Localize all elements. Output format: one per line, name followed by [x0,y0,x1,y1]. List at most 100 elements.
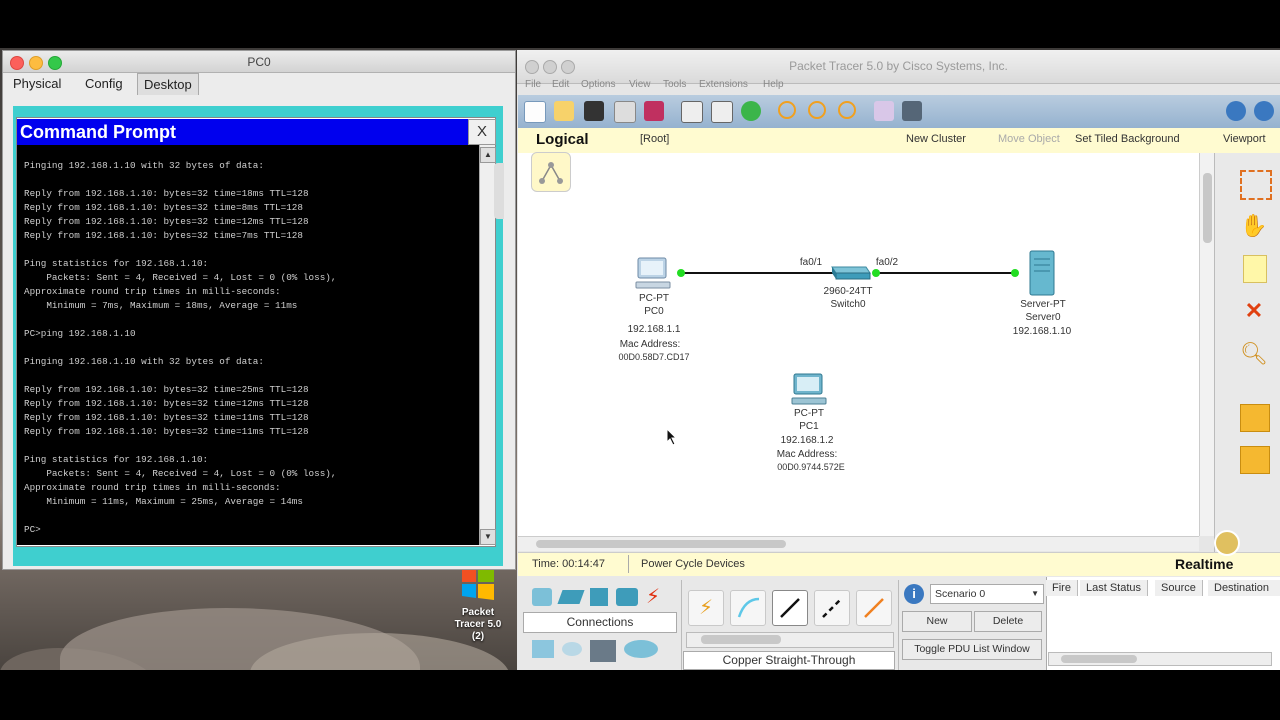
console-line: Reply from 192.168.1.10: bytes=32 time=7… [24,230,303,241]
console-line: PC> [24,524,41,535]
menu-view[interactable]: View [629,79,651,90]
canvas-vertical-scrollbar[interactable] [1199,153,1215,536]
menu-file[interactable]: File [525,79,541,90]
routers-category-icon[interactable] [532,588,552,606]
realtime-mode-tab[interactable]: Realtime [1175,556,1233,572]
menu-options[interactable]: Options [581,79,615,90]
new-file-icon[interactable] [524,101,546,123]
console-cable-svg-icon [737,597,760,618]
command-prompt-close-button[interactable]: X [468,119,496,145]
zoom-in-icon[interactable] [778,101,796,119]
save-icon[interactable] [584,101,604,121]
console-output[interactable]: Pinging 192.168.1.10 with 32 bytes of da… [17,145,479,545]
undo-icon[interactable] [741,101,761,121]
pc1-device-icon[interactable] [790,372,828,406]
tab-physical[interactable]: Physical [7,73,67,94]
add-simple-pdu-icon[interactable] [1240,404,1270,432]
port-label-fa0-1: fa0/1 [799,257,823,268]
desktop-icon-packet-tracer[interactable]: Packet Tracer 5.0 (2) [452,566,504,643]
print-icon[interactable] [614,101,636,123]
move-layout-hand-icon[interactable]: ✋ [1240,213,1268,239]
power-cycle-devices-button[interactable]: Power Cycle Devices [641,558,745,570]
move-object-button[interactable]: Move Object [998,133,1060,145]
auto-connection-icon[interactable]: ⚡︎ [688,590,724,626]
connections-category-icon[interactable]: ⚡︎ [646,586,668,608]
pdu-column-last-status[interactable]: Last Status [1080,580,1149,596]
pdu-column-source[interactable]: Source [1155,580,1203,596]
set-tiled-background-button[interactable]: Set Tiled Background [1075,133,1180,145]
realtime-clock-icon[interactable] [1214,530,1240,556]
toggle-pdu-list-button[interactable]: Toggle PDU List Window [902,639,1042,660]
desktop-app-icon-partial[interactable] [494,163,504,219]
pdu-horizontal-scrollbar[interactable] [1048,652,1272,666]
open-folder-icon[interactable] [554,101,574,121]
scenario-info-icon[interactable]: i [904,584,924,604]
switch0-device-icon[interactable] [826,261,872,283]
place-note-icon[interactable] [1243,255,1267,283]
scroll-thumb[interactable] [701,635,781,644]
console-line: Reply from 192.168.1.10: bytes=32 time=1… [24,188,309,199]
new-cluster-button[interactable]: New Cluster [906,133,966,145]
pc0-type-label: PC-PT [639,293,669,304]
console-cable-icon[interactable] [730,590,766,626]
wan-emulation-category-icon[interactable] [562,642,582,656]
server0-name-label: Server0 [1025,312,1061,323]
scroll-thumb[interactable] [1203,173,1212,243]
new-scenario-button[interactable]: New [902,611,972,632]
paste-icon[interactable] [711,101,733,123]
inspect-magnifier-icon[interactable]: 🔍︎ [1240,341,1268,367]
hubs-category-icon[interactable] [590,588,608,606]
pdu-column-fire[interactable]: Fire [1046,580,1078,596]
cross-over-svg-icon [822,598,842,618]
select-tool-icon[interactable] [1240,170,1272,200]
command-prompt-title: Command Prompt [17,119,469,145]
server0-device-icon[interactable] [1026,249,1058,297]
console-scrollbar[interactable]: ▲ ▼ [479,145,496,545]
link-status-light [1011,269,1019,277]
tab-desktop[interactable]: Desktop [137,73,199,95]
cable-scrollbar[interactable] [686,632,894,648]
chevron-down-icon: ▼ [1031,589,1039,598]
pc1-mac-caption: Mac Address: [776,449,838,460]
scroll-thumb[interactable] [1061,655,1137,663]
fiber-cable-icon[interactable] [856,590,892,626]
viewport-button[interactable]: Viewport [1223,133,1266,145]
copper-straight-through-icon[interactable] [772,590,808,626]
custom-devices-category-icon[interactable] [590,640,616,662]
zoom-reset-icon[interactable] [808,101,826,119]
activity-wizard-icon[interactable] [644,101,664,121]
info-icon[interactable] [1226,101,1246,121]
console-line: Pinging 192.168.1.10 with 32 bytes of da… [24,160,264,171]
menu-tools[interactable]: Tools [663,79,686,90]
scroll-thumb[interactable] [536,540,786,548]
menu-edit[interactable]: Edit [552,79,569,90]
wireless-category-icon[interactable] [616,588,638,606]
copper-cross-over-icon[interactable] [814,590,850,626]
pc1-mac-value: 00D0.9744.572E [777,462,845,472]
logical-mode-label[interactable]: Logical [536,131,589,148]
zoom-out-icon[interactable] [838,101,856,119]
copy-icon[interactable] [681,101,703,123]
root-breadcrumb[interactable]: [Root] [640,133,669,145]
menu-extensions[interactable]: Extensions [699,79,748,90]
help-icon[interactable] [1254,101,1274,121]
delete-tool-icon[interactable]: ✕ [1240,298,1268,324]
delete-scenario-button[interactable]: Delete [974,611,1042,632]
scenario-select[interactable]: Scenario 0 ▼ [930,584,1044,604]
pc0-device-icon[interactable] [634,256,672,290]
scroll-down-arrow-icon[interactable]: ▼ [480,529,496,545]
scroll-up-arrow-icon[interactable]: ▲ [480,147,496,163]
switch0-name-label: Switch0 [830,299,866,310]
add-complex-pdu-icon[interactable] [1240,446,1270,474]
multiuser-category-icon[interactable] [624,640,658,658]
pdu-column-destination[interactable]: Destination [1208,580,1280,596]
menu-help[interactable]: Help [763,79,784,90]
end-devices-category-icon[interactable] [532,640,554,658]
canvas-horizontal-scrollbar[interactable] [518,536,1199,551]
pc0-titlebar[interactable]: PC0 [3,51,515,73]
drawing-palette-icon[interactable] [874,101,894,121]
custom-devices-icon[interactable] [902,101,922,121]
tab-config[interactable]: Config [79,73,129,94]
